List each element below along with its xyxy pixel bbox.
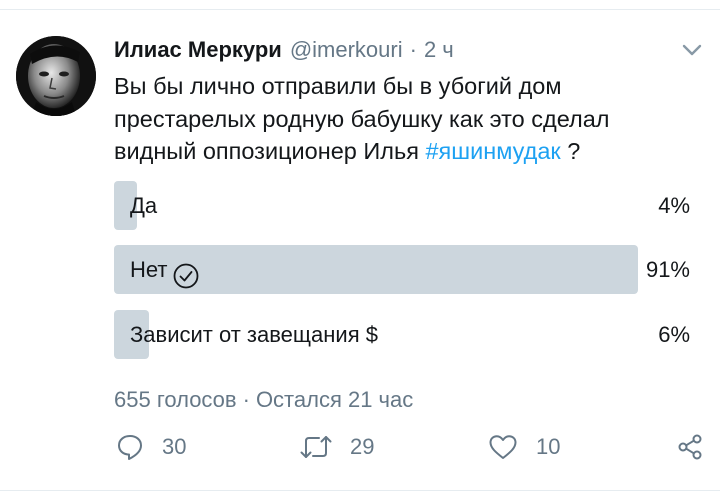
tweet-text: Вы бы лично отправили бы в убогий дом пр…	[114, 70, 674, 168]
poll-option-percent: 91%	[645, 257, 690, 282]
poll-option[interactable]: Зависит от завещания $ 6%	[114, 310, 690, 359]
poll-option-text: Зависит от завещания $	[130, 322, 378, 347]
poll-vote-count: 655 голосов	[114, 387, 237, 412]
tweet-tail: ?	[560, 138, 581, 164]
poll-option-label: Нет	[130, 245, 199, 294]
share-button[interactable]	[676, 431, 704, 463]
poll-meta: 655 голосов · Остался 21 час	[114, 385, 413, 415]
share-icon	[676, 433, 704, 461]
poll-meta-separator: ·	[242, 387, 250, 412]
poll-option-text: Да	[130, 193, 158, 218]
top-divider	[0, 9, 720, 10]
avatar[interactable]	[16, 36, 96, 116]
tweet-time[interactable]: 2 ч	[424, 35, 454, 65]
poll-option-text: Нет	[130, 257, 168, 282]
author-handle[interactable]: @imerkouri	[290, 35, 403, 65]
retweet-icon	[300, 433, 332, 461]
poll-option-selected[interactable]: Нет 91%	[114, 245, 690, 294]
poll-option-percent: 4%	[658, 193, 690, 218]
author-name[interactable]: Илиас Меркури	[114, 35, 282, 65]
retweet-button[interactable]: 29	[300, 431, 374, 463]
header-separator: ·	[409, 37, 417, 62]
poll-option[interactable]: Да 4%	[114, 181, 690, 230]
hashtag-link[interactable]: #яшинмудак	[425, 138, 560, 164]
chevron-down-icon[interactable]	[680, 40, 704, 60]
heart-icon	[488, 433, 518, 461]
like-button[interactable]: 10	[488, 431, 560, 463]
tweet-header: Илиас Меркури @imerkouri · 2 ч	[114, 35, 454, 65]
reply-button[interactable]: 30	[116, 431, 186, 463]
bottom-divider	[0, 490, 720, 491]
retweet-count: 29	[350, 434, 375, 459]
poll-option-percent: 6%	[658, 322, 690, 347]
poll-option-label: Да	[130, 181, 157, 230]
poll-option-label: Зависит от завещания $	[130, 310, 378, 359]
like-count: 10	[536, 434, 561, 459]
reply-count: 30	[162, 434, 187, 459]
reply-icon	[116, 433, 144, 461]
check-circle-icon	[173, 257, 199, 288]
poll-time-remaining: Остался 21 час	[255, 387, 414, 412]
